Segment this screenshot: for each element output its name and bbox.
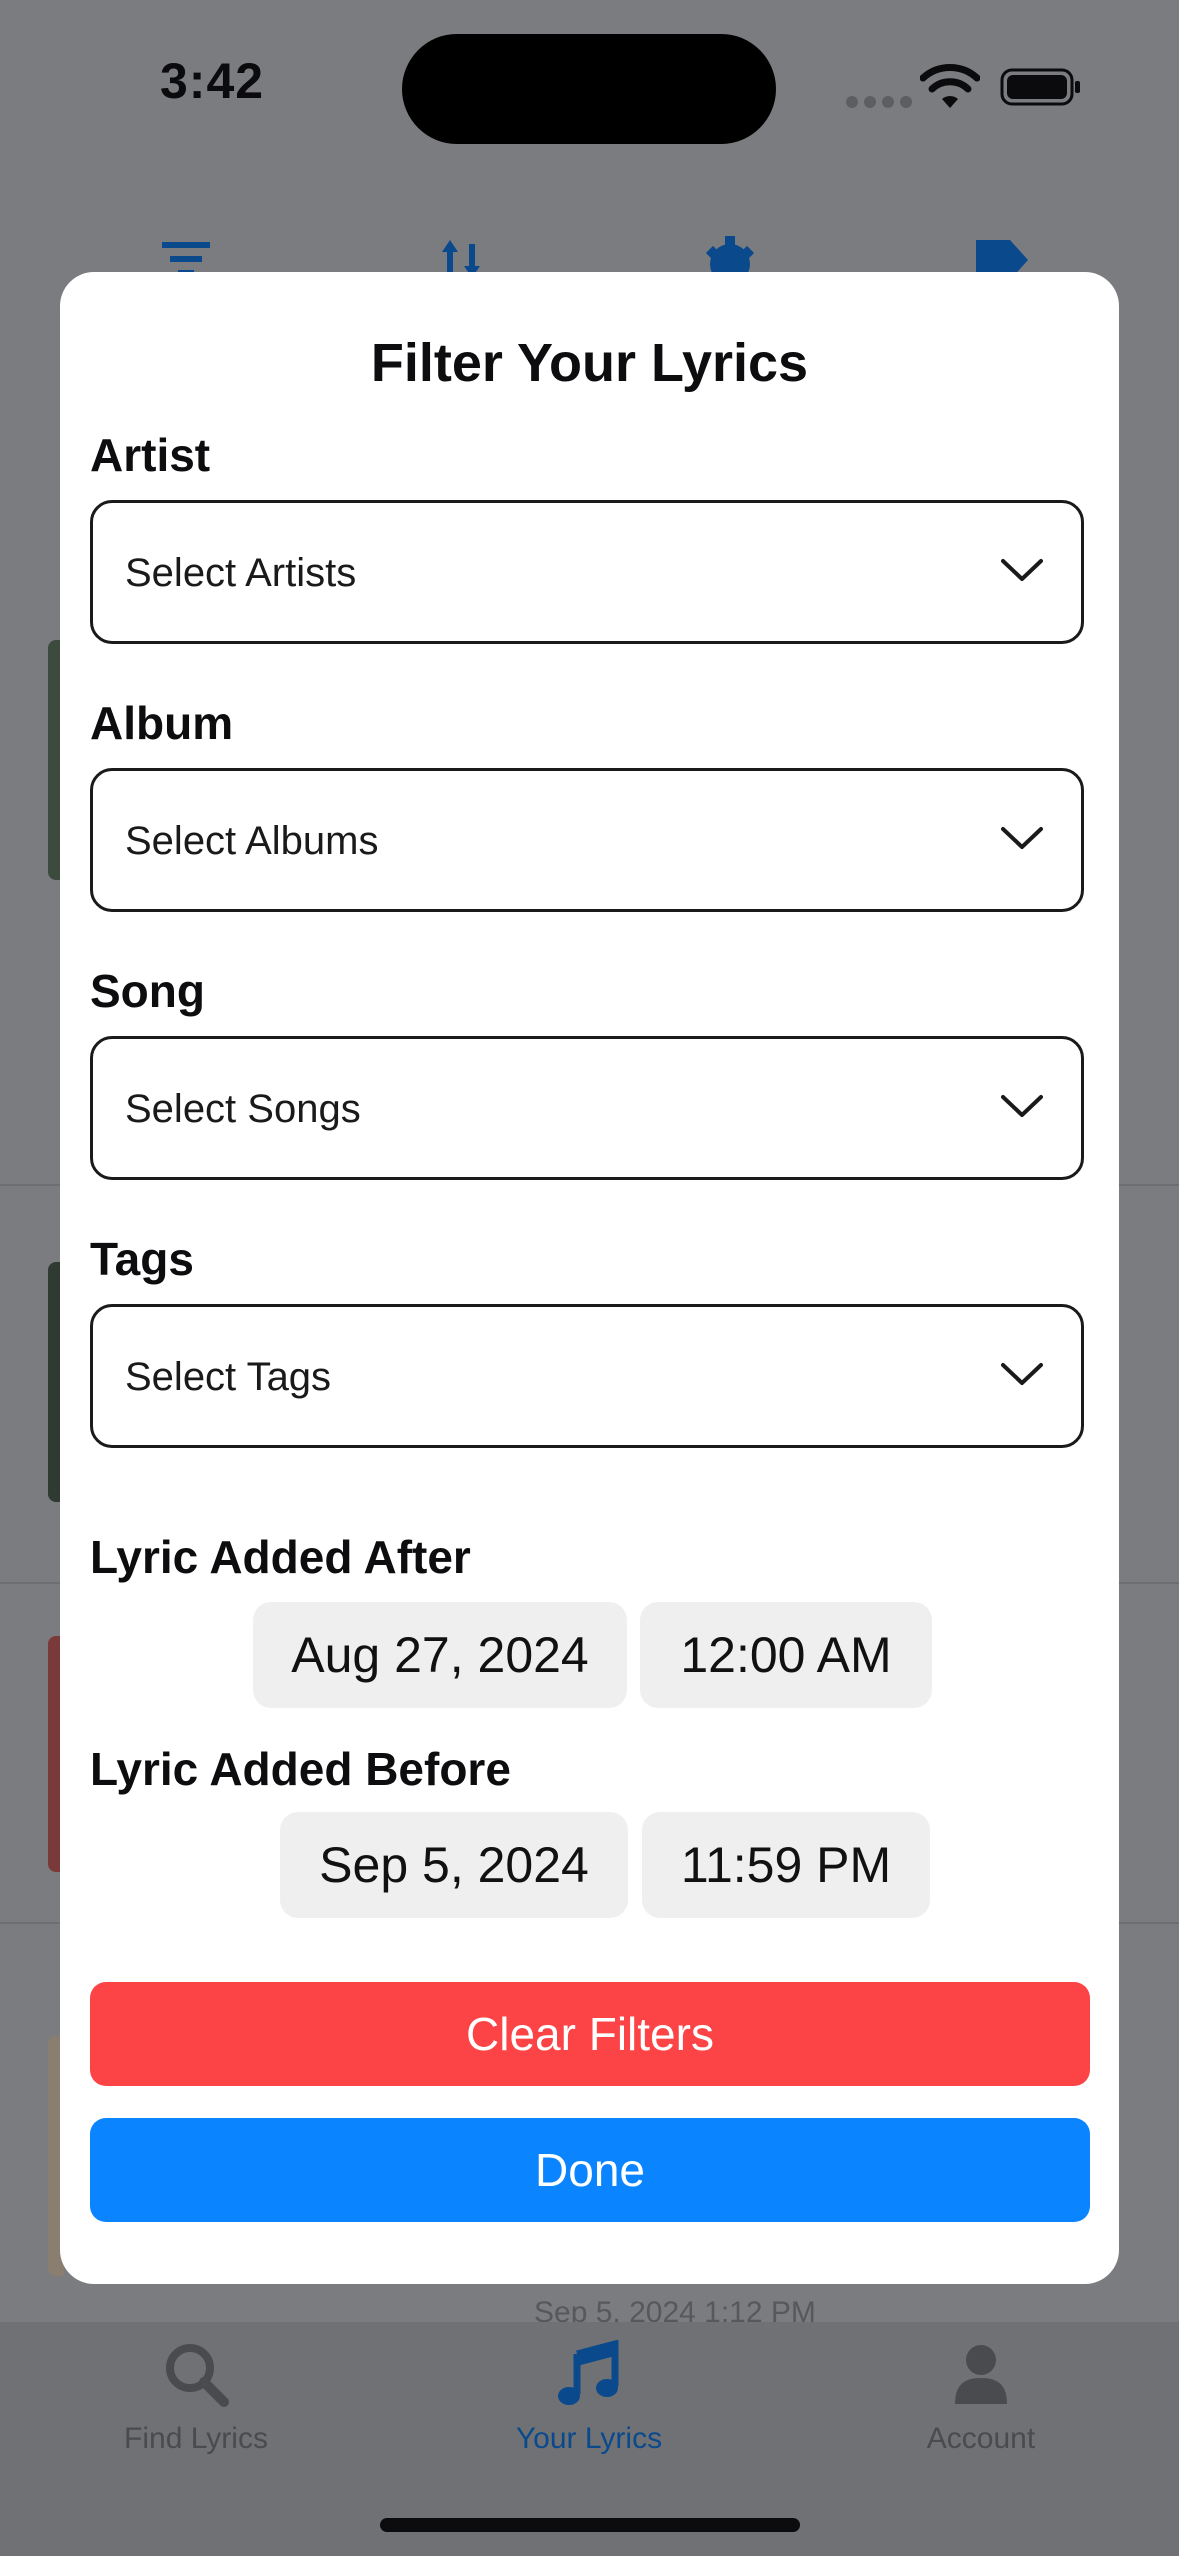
added-after-time-picker[interactable]: 12:00 AM — [640, 1602, 932, 1708]
album-label: Album — [90, 697, 234, 749]
artist-label: Artist — [90, 429, 211, 481]
album-select[interactable]: Select Albums — [90, 768, 1084, 912]
chevron-down-icon — [1001, 827, 1043, 849]
added-after-date-picker[interactable]: Aug 27, 2024 — [253, 1602, 627, 1708]
home-indicator — [380, 2518, 800, 2532]
artist-placeholder: Select Artists — [125, 551, 357, 595]
added-before-time-picker[interactable]: 11:59 PM — [642, 1812, 930, 1918]
person-icon — [955, 2345, 1007, 2404]
song-select[interactable]: Select Songs — [90, 1036, 1084, 1180]
added-before-date-picker[interactable]: Sep 5, 2024 — [280, 1812, 628, 1918]
tab-account[interactable]: Account — [831, 2340, 1131, 2456]
tab-label: Find Lyrics — [124, 2422, 268, 2455]
wifi-icon — [920, 64, 980, 108]
tags-label: Tags — [90, 1233, 194, 1285]
tab-find-lyrics[interactable]: Find Lyrics — [46, 2340, 346, 2456]
song-placeholder: Select Songs — [125, 1087, 361, 1131]
search-icon — [166, 2344, 229, 2407]
added-after-label: Lyric Added After — [90, 1531, 471, 1583]
chevron-down-icon — [1001, 1095, 1043, 1117]
battery-icon — [1000, 68, 1080, 106]
music-note-icon — [558, 2340, 619, 2405]
album-placeholder: Select Albums — [125, 819, 379, 863]
tags-placeholder: Select Tags — [125, 1355, 332, 1399]
signal-icon — [846, 95, 918, 113]
chevron-down-icon — [1001, 1363, 1043, 1385]
modal-title: Filter Your Lyrics — [370, 333, 809, 393]
added-before-label: Lyric Added Before — [90, 1743, 511, 1795]
filter-modal: Filter Your Lyrics Artist Select Artists… — [60, 272, 1119, 2284]
tab-label: Your Lyrics — [515, 2422, 663, 2455]
clear-filters-button[interactable]: Clear Filters — [90, 1982, 1090, 2086]
chevron-down-icon — [1001, 559, 1043, 581]
tab-your-lyrics[interactable]: Your Lyrics — [439, 2340, 739, 2456]
dynamic-island — [402, 34, 776, 144]
tags-select[interactable]: Select Tags — [90, 1304, 1084, 1448]
song-label: Song — [90, 965, 205, 1017]
artist-select[interactable]: Select Artists — [90, 500, 1084, 644]
status-time: 3:42 — [160, 53, 265, 109]
tab-label: Account — [926, 2422, 1036, 2455]
done-button[interactable]: Done — [90, 2118, 1090, 2222]
